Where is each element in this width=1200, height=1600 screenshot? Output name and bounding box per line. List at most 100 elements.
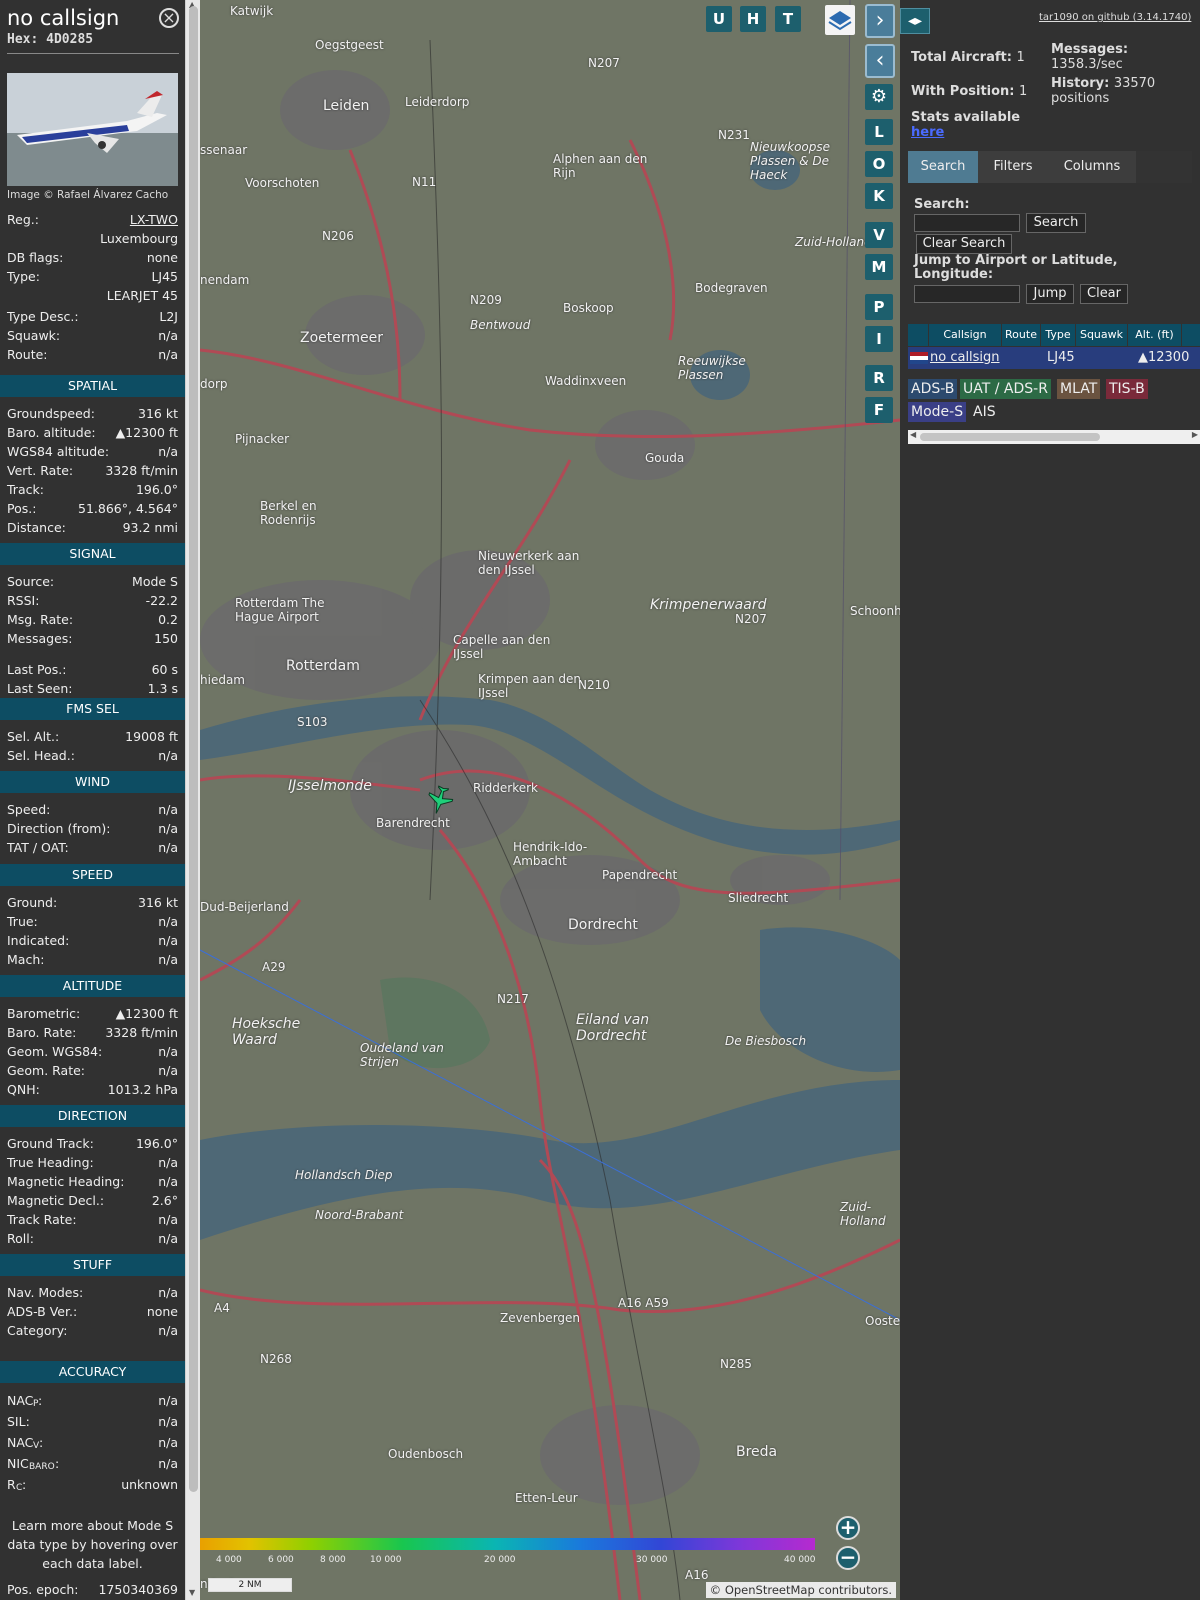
- jump-label: Jump to Airport or Latitude, Longitude:: [914, 253, 1118, 282]
- altitude-row: Geom. Rate: n/a: [7, 1063, 178, 1081]
- map-label: N268: [260, 1352, 292, 1366]
- map-button-r[interactable]: R: [865, 365, 893, 391]
- search-button[interactable]: Search: [1026, 213, 1086, 233]
- spatial-label: Vert. Rate:: [7, 463, 74, 478]
- flag-icon: [910, 352, 928, 364]
- altitude-value: 3328 ft/min: [105, 1025, 178, 1040]
- tab-columns[interactable]: Columns: [1048, 151, 1136, 183]
- github-link[interactable]: tar1090 on github (3.14.1740): [1039, 12, 1191, 23]
- map-label: A4: [214, 1301, 230, 1315]
- clear-search-button[interactable]: Clear Search: [916, 234, 1012, 254]
- direction-label: Track Rate:: [7, 1212, 77, 1227]
- toggle-sidebar-icon[interactable]: ◂▸: [900, 8, 930, 34]
- history: History: 33570 positions: [1051, 76, 1191, 106]
- altitude-value: n/a: [158, 1063, 178, 1078]
- tab-search[interactable]: Search: [908, 151, 978, 183]
- direction-row: Magnetic Decl.: 2.6°: [7, 1193, 178, 1211]
- legend-ais: AIS: [970, 402, 999, 422]
- map-attribution[interactable]: © OpenStreetMap contributors.: [705, 1582, 896, 1598]
- section-signal: SIGNAL: [0, 543, 185, 565]
- row-type: LJ45: [1047, 350, 1075, 365]
- map-label: N207: [588, 56, 620, 70]
- clear-button[interactable]: Clear: [1080, 284, 1128, 304]
- column-header-type[interactable]: Type: [1041, 324, 1075, 346]
- signal-value: 1.3 s: [147, 681, 178, 696]
- wind-value: n/a: [158, 802, 178, 817]
- map-label: Gouda: [645, 451, 685, 465]
- stuff-value: none: [146, 1304, 178, 1319]
- scroll-left-icon[interactable]: ◀: [910, 430, 916, 439]
- wind-value: n/a: [158, 840, 178, 855]
- map-button-m[interactable]: M: [865, 254, 893, 280]
- map-button-t[interactable]: T: [775, 6, 801, 32]
- map-button-p[interactable]: P: [865, 294, 893, 320]
- direction-value: n/a: [158, 1212, 178, 1227]
- info-note: Learn more about Mode S data type by hov…: [7, 1518, 178, 1571]
- zoom-out-icon[interactable]: −: [836, 1546, 860, 1570]
- row-callsign[interactable]: no callsign: [930, 347, 1000, 369]
- column-header-more[interactable]: [1182, 324, 1200, 346]
- scroll-right-icon[interactable]: ▶: [1192, 430, 1198, 439]
- expand-icon[interactable]: ›: [865, 4, 895, 38]
- accuracy-label-sub: BARO: [29, 1462, 55, 1472]
- map-button-l[interactable]: L: [865, 119, 893, 145]
- table-row[interactable]: no callsign LJ45 ▲12300: [908, 347, 1200, 369]
- column-header-altitude[interactable]: Alt. (ft): [1128, 324, 1181, 346]
- info-row: Reg.: LX-TWO: [7, 212, 178, 230]
- jump-input[interactable]: [914, 285, 1020, 303]
- column-header-callsign[interactable]: Callsign: [929, 324, 1001, 346]
- map-button-h[interactable]: H: [740, 6, 766, 32]
- zoom-in-icon[interactable]: +: [836, 1516, 860, 1540]
- map-label: ssenaar: [200, 143, 248, 157]
- speed-row: True: n/a: [7, 914, 178, 932]
- altitude-colorbar: [200, 1538, 815, 1550]
- speed-label: Indicated:: [7, 933, 70, 948]
- tab-filters[interactable]: Filters: [978, 151, 1048, 183]
- layers-icon[interactable]: [825, 5, 855, 35]
- search-input[interactable]: [914, 214, 1020, 232]
- info-label: Type:: [7, 269, 40, 284]
- map-button-i[interactable]: I: [865, 326, 893, 352]
- sidebar-scrollbar[interactable]: ▲ ▼: [185, 0, 200, 1600]
- column-header-squawk[interactable]: Squawk: [1076, 324, 1127, 346]
- map-label: Zuid-Holland: [840, 1200, 886, 1228]
- colorbar-tick: 6 000: [268, 1555, 294, 1565]
- spatial-row: Groundspeed: 316 kt: [7, 406, 178, 424]
- pos-epoch-row: Pos. epoch: 1750340369: [7, 1582, 178, 1600]
- collapse-icon[interactable]: ‹: [865, 44, 895, 78]
- altitude-label: Geom. WGS84:: [7, 1044, 103, 1059]
- fms-label: Sel. Alt.:: [7, 729, 60, 744]
- speed-value: n/a: [158, 914, 178, 929]
- stats-link[interactable]: here: [911, 125, 944, 140]
- jump-button[interactable]: Jump: [1026, 284, 1074, 304]
- close-icon[interactable]: ×: [159, 8, 179, 28]
- column-header-route[interactable]: Route: [1002, 324, 1040, 346]
- label-colon: :: [55, 1456, 60, 1471]
- map-label: N209: [470, 293, 502, 307]
- scrollbar-thumb[interactable]: [189, 6, 198, 1492]
- colorbar-tick: 8 000: [320, 1555, 346, 1565]
- aircraft-photo[interactable]: [7, 73, 178, 186]
- speed-label: True:: [7, 914, 38, 929]
- map-button-k[interactable]: K: [865, 183, 893, 209]
- map-label: Katwijk: [230, 4, 274, 18]
- info-value: n/a: [158, 328, 178, 343]
- signal-value: 150: [154, 631, 178, 646]
- label-colon: :: [38, 1393, 43, 1408]
- map-button-v[interactable]: V: [865, 222, 893, 248]
- table-hscrollbar[interactable]: ◀ ▶: [908, 430, 1200, 444]
- column-header-flag[interactable]: [908, 324, 928, 346]
- direction-value: 196.0°: [135, 1136, 178, 1151]
- settings-icon[interactable]: ⚙: [865, 84, 893, 110]
- speed-value: n/a: [158, 933, 178, 948]
- scroll-down-icon[interactable]: ▼: [189, 1588, 195, 1597]
- altitude-value: n/a: [158, 1044, 178, 1059]
- map-label: N207: [735, 612, 767, 626]
- map-view[interactable]: Katwijk Oegstgeest N207 Leiden Leiderdorp N23…: [200, 0, 900, 1600]
- map-button-o[interactable]: O: [865, 151, 893, 177]
- map-button-u[interactable]: U: [706, 6, 732, 32]
- hscroll-thumb[interactable]: [920, 433, 1100, 441]
- map-label: Hoeksche Waard: [232, 1016, 301, 1048]
- map-button-f[interactable]: F: [865, 397, 893, 423]
- spatial-row: Baro. altitude: ▲12300 ft: [7, 425, 178, 443]
